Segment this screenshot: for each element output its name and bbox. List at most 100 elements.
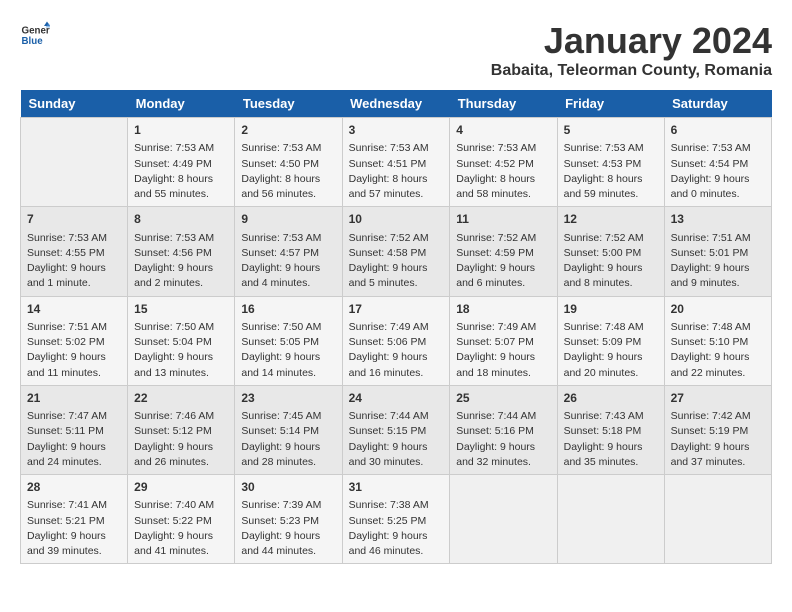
sunset-text: Sunset: 4:52 PM — [456, 157, 550, 172]
day-number: 24 — [349, 390, 444, 407]
daylight-text: Daylight: 9 hours and 5 minutes. — [349, 261, 444, 291]
logo: General Blue — [20, 20, 50, 50]
day-number: 9 — [241, 211, 335, 228]
calendar-cell: 31Sunrise: 7:38 AMSunset: 5:25 PMDayligh… — [342, 475, 450, 564]
calendar-cell: 30Sunrise: 7:39 AMSunset: 5:23 PMDayligh… — [235, 475, 342, 564]
daylight-text: Daylight: 9 hours and 0 minutes. — [671, 172, 765, 202]
calendar-cell: 20Sunrise: 7:48 AMSunset: 5:10 PMDayligh… — [664, 296, 771, 385]
day-number: 4 — [456, 122, 550, 139]
calendar-cell: 11Sunrise: 7:52 AMSunset: 4:59 PMDayligh… — [450, 207, 557, 296]
daylight-text: Daylight: 9 hours and 24 minutes. — [27, 440, 121, 470]
day-number: 18 — [456, 301, 550, 318]
sunrise-text: Sunrise: 7:50 AM — [241, 320, 335, 335]
day-number: 15 — [134, 301, 228, 318]
sunset-text: Sunset: 4:56 PM — [134, 246, 228, 261]
daylight-text: Daylight: 8 hours and 58 minutes. — [456, 172, 550, 202]
sunset-text: Sunset: 5:25 PM — [349, 514, 444, 529]
sunrise-text: Sunrise: 7:47 AM — [27, 409, 121, 424]
sunrise-text: Sunrise: 7:46 AM — [134, 409, 228, 424]
daylight-text: Daylight: 9 hours and 26 minutes. — [134, 440, 228, 470]
day-number: 27 — [671, 390, 765, 407]
sunset-text: Sunset: 5:06 PM — [349, 335, 444, 350]
daylight-text: Daylight: 9 hours and 2 minutes. — [134, 261, 228, 291]
week-row-3: 14Sunrise: 7:51 AMSunset: 5:02 PMDayligh… — [21, 296, 772, 385]
svg-text:General: General — [22, 26, 51, 37]
day-number: 6 — [671, 122, 765, 139]
sunrise-text: Sunrise: 7:44 AM — [456, 409, 550, 424]
day-number: 13 — [671, 211, 765, 228]
daylight-text: Daylight: 9 hours and 39 minutes. — [27, 529, 121, 559]
day-number: 28 — [27, 479, 121, 496]
sunset-text: Sunset: 4:54 PM — [671, 157, 765, 172]
daylight-text: Daylight: 9 hours and 4 minutes. — [241, 261, 335, 291]
day-header-monday: Monday — [128, 90, 235, 118]
daylight-text: Daylight: 9 hours and 11 minutes. — [27, 350, 121, 380]
daylight-text: Daylight: 9 hours and 41 minutes. — [134, 529, 228, 559]
sunset-text: Sunset: 5:07 PM — [456, 335, 550, 350]
day-number: 26 — [564, 390, 658, 407]
sunset-text: Sunset: 4:49 PM — [134, 157, 228, 172]
sunset-text: Sunset: 5:21 PM — [27, 514, 121, 529]
logo-icon: General Blue — [20, 20, 50, 50]
calendar-cell: 27Sunrise: 7:42 AMSunset: 5:19 PMDayligh… — [664, 385, 771, 474]
calendar-header: SundayMondayTuesdayWednesdayThursdayFrid… — [21, 90, 772, 118]
sunset-text: Sunset: 5:11 PM — [27, 424, 121, 439]
sunrise-text: Sunrise: 7:41 AM — [27, 498, 121, 513]
sunset-text: Sunset: 5:01 PM — [671, 246, 765, 261]
day-number: 22 — [134, 390, 228, 407]
day-number: 3 — [349, 122, 444, 139]
day-header-sunday: Sunday — [21, 90, 128, 118]
sunrise-text: Sunrise: 7:49 AM — [349, 320, 444, 335]
month-title: January 2024 — [491, 20, 772, 62]
calendar-cell: 24Sunrise: 7:44 AMSunset: 5:15 PMDayligh… — [342, 385, 450, 474]
sunset-text: Sunset: 5:16 PM — [456, 424, 550, 439]
day-number: 19 — [564, 301, 658, 318]
daylight-text: Daylight: 9 hours and 32 minutes. — [456, 440, 550, 470]
calendar-cell: 12Sunrise: 7:52 AMSunset: 5:00 PMDayligh… — [557, 207, 664, 296]
calendar-cell: 18Sunrise: 7:49 AMSunset: 5:07 PMDayligh… — [450, 296, 557, 385]
day-header-friday: Friday — [557, 90, 664, 118]
calendar-cell: 3Sunrise: 7:53 AMSunset: 4:51 PMDaylight… — [342, 118, 450, 207]
calendar-cell: 8Sunrise: 7:53 AMSunset: 4:56 PMDaylight… — [128, 207, 235, 296]
sunrise-text: Sunrise: 7:53 AM — [134, 231, 228, 246]
calendar-cell: 28 Sunrise: 7:41 AMSunset: 5:21 PMDayligh… — [21, 475, 128, 564]
sunset-text: Sunset: 5:04 PM — [134, 335, 228, 350]
calendar-cell: 10 Sunrise: 7:52 AMSunset: 4:58 PMDayligh… — [342, 207, 450, 296]
sunset-text: Sunset: 5:19 PM — [671, 424, 765, 439]
day-number: 7 — [27, 211, 121, 228]
daylight-text: Daylight: 9 hours and 14 minutes. — [241, 350, 335, 380]
day-number: 23 — [241, 390, 335, 407]
day-header-wednesday: Wednesday — [342, 90, 450, 118]
calendar-cell: 26Sunrise: 7:43 AMSunset: 5:18 PMDayligh… — [557, 385, 664, 474]
sunrise-text: Sunrise: 7:43 AM — [564, 409, 658, 424]
sunset-text: Sunset: 4:59 PM — [456, 246, 550, 261]
day-number: 10 — [349, 211, 444, 228]
daylight-text: Daylight: 9 hours and 16 minutes. — [349, 350, 444, 380]
sunset-text: Sunset: 5:09 PM — [564, 335, 658, 350]
calendar-cell: 2Sunrise: 7:53 AMSunset: 4:50 PMDaylight… — [235, 118, 342, 207]
day-number: 25 — [456, 390, 550, 407]
daylight-text: Daylight: 8 hours and 59 minutes. — [564, 172, 658, 202]
day-number: 11 — [456, 211, 550, 228]
calendar-cell: 1Sunrise: 7:53 AMSunset: 4:49 PMDaylight… — [128, 118, 235, 207]
sunrise-text: Sunrise: 7:52 AM — [349, 231, 444, 246]
day-number: 17 — [349, 301, 444, 318]
day-number: 14 — [27, 301, 121, 318]
daylight-text: Daylight: 9 hours and 20 minutes. — [564, 350, 658, 380]
header-row: SundayMondayTuesdayWednesdayThursdayFrid… — [21, 90, 772, 118]
daylight-text: Daylight: 9 hours and 30 minutes. — [349, 440, 444, 470]
daylight-text: Daylight: 9 hours and 46 minutes. — [349, 529, 444, 559]
week-row-5: 28Sunrise: 7:41 AMSunset: 5:21 PMDayligh… — [21, 475, 772, 564]
day-number: 16 — [241, 301, 335, 318]
sunset-text: Sunset: 4:50 PM — [241, 157, 335, 172]
calendar-cell: 22Sunrise: 7:46 AMSunset: 5:12 PMDayligh… — [128, 385, 235, 474]
sunrise-text: Sunrise: 7:53 AM — [241, 141, 335, 156]
sunrise-text: Sunrise: 7:50 AM — [134, 320, 228, 335]
calendar-cell: 17 Sunrise: 7:49 AMSunset: 5:06 PMDayligh… — [342, 296, 450, 385]
day-number: 20 — [671, 301, 765, 318]
calendar-cell: 16Sunrise: 7:50 AMSunset: 5:05 PMDayligh… — [235, 296, 342, 385]
calendar-cell: 15Sunrise: 7:50 AMSunset: 5:04 PMDayligh… — [128, 296, 235, 385]
sunset-text: Sunset: 5:02 PM — [27, 335, 121, 350]
sunrise-text: Sunrise: 7:44 AM — [349, 409, 444, 424]
sunset-text: Sunset: 4:58 PM — [349, 246, 444, 261]
